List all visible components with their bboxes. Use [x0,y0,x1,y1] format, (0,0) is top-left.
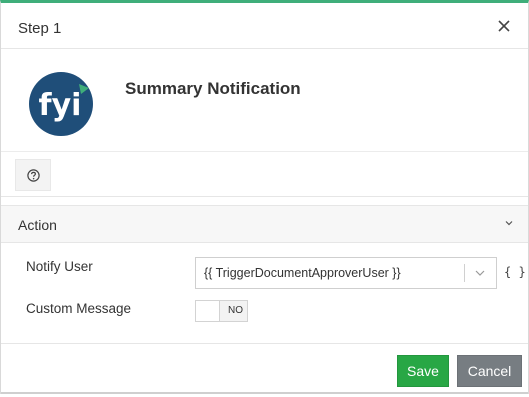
custom-message-label: Custom Message [26,301,132,316]
section-title: Action [18,217,57,233]
cancel-button[interactable]: Cancel [457,355,522,387]
save-button[interactable]: Save [397,355,449,387]
select-divider [464,264,465,282]
notify-user-label: Notify User [26,259,93,274]
toggle-knob [196,301,220,321]
app-logo: fyi [29,72,93,136]
custom-message-toggle[interactable]: NO [195,300,248,322]
app-name: Summary Notification [125,79,301,98]
close-icon [498,20,510,32]
help-toolbar [1,153,528,197]
notify-user-select[interactable]: {{ TriggerDocumentApproverUser }} [195,257,497,289]
app-info: fyi Summary Notification [1,50,528,152]
chevron-down-icon [475,270,485,276]
chevron-down-icon [505,221,513,226]
fyi-logo-icon: fyi [29,72,93,136]
toggle-state-text: NO [228,305,243,316]
dialog-title: Step 1 [18,20,62,37]
variable-picker-button[interactable]: { } [504,265,526,279]
question-circle-icon [27,169,40,182]
dialog-header: Step 1 [1,3,528,49]
dialog-footer: Save Cancel [1,343,528,397]
svg-text:fyi: fyi [39,88,82,123]
help-button[interactable] [15,159,51,191]
close-button[interactable] [494,16,514,36]
step-dialog: Step 1 fyi Summary Notification Action N… [0,0,529,394]
notify-user-value: {{ TriggerDocumentApproverUser }} [204,266,401,280]
action-section-header[interactable]: Action [1,205,528,243]
